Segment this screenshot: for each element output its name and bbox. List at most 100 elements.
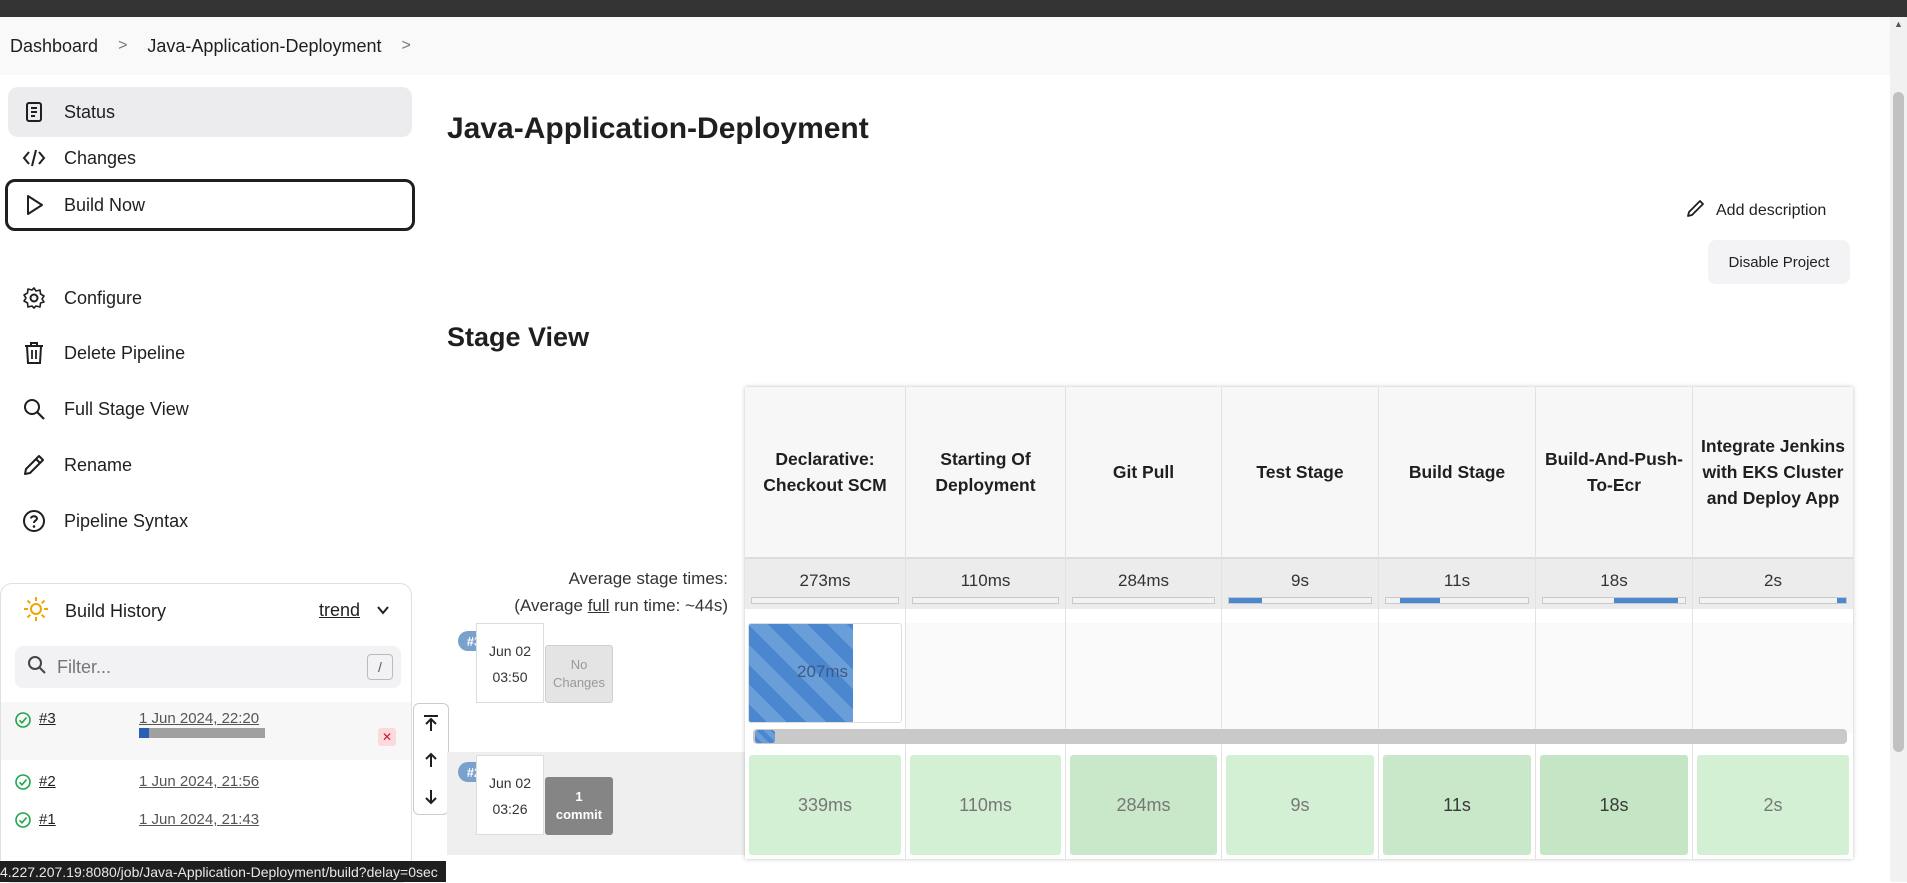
breadcrumb: Dashboard > Java-Application-Deployment … (0, 17, 1890, 75)
stage-avg-time: 273ms (799, 571, 851, 590)
disable-project-button[interactable]: Disable Project (1708, 240, 1850, 284)
arrow-up-icon[interactable] (414, 741, 448, 778)
sun-weather-icon (23, 596, 49, 627)
stage-avg-bar (1699, 597, 1847, 604)
commit-count: 1 (575, 789, 583, 804)
stage-column: Build Stage 11s 11s (1379, 387, 1536, 859)
success-check-icon (15, 812, 31, 832)
breadcrumb-dashboard[interactable]: Dashboard (10, 36, 98, 57)
stage-cell-run-2[interactable]: 110ms (910, 755, 1061, 855)
sidebar-item-label: Pipeline Syntax (64, 510, 189, 531)
stage-column: Test Stage 9s 9s (1222, 387, 1379, 859)
page-title: Java-Application-Deployment (447, 112, 869, 145)
document-icon (22, 100, 46, 124)
cancel-build-icon[interactable]: ✕ (378, 728, 396, 746)
stage-column: Integrate Jenkins with EKS Cluster and D… (1693, 387, 1853, 859)
breadcrumb-job[interactable]: Java-Application-Deployment (147, 36, 381, 57)
success-check-icon (15, 712, 31, 732)
build-row-3[interactable]: #3 1 Jun 2024, 22:20 ✕ (1, 702, 411, 760)
breadcrumb-dropdown-icon[interactable]: > (402, 37, 411, 55)
scroll-top-icon[interactable] (414, 704, 448, 741)
sidebar-item-label: Full Stage View (64, 398, 189, 419)
run-date: Jun 02 (488, 775, 532, 791)
build-filter[interactable]: / (15, 646, 401, 688)
sidebar-item-configure[interactable]: Configure (8, 273, 412, 323)
sidebar-item-full-stage-view[interactable]: Full Stage View (8, 384, 412, 434)
search-icon (27, 655, 47, 680)
stage-header: Build-And-Push-To-Ecr (1536, 387, 1692, 557)
stage-header: Declarative: Checkout SCM (745, 387, 905, 557)
stage-avg-bar-fill (1837, 598, 1846, 603)
stage-view-table: Declarative: Checkout SCM 273ms 339ms St… (745, 387, 1853, 859)
page-scrollbar[interactable]: ▲ (1890, 17, 1907, 882)
stage-avg-bar (1385, 597, 1529, 604)
stage-cell-run-3 (1536, 623, 1692, 733)
run-time: 03:50 (492, 669, 528, 685)
stage-avg-bar (1072, 597, 1215, 604)
stage-avg-cell: 2s (1693, 557, 1853, 609)
build-date-link[interactable]: 1 Jun 2024, 21:43 (139, 811, 259, 828)
average-full-run-time: (Average full run time: ~44s) (447, 592, 728, 619)
add-description-link[interactable]: Add description (1686, 198, 1826, 223)
code-icon (22, 146, 46, 170)
stage-cell-run-2[interactable]: 339ms (749, 755, 901, 855)
stage-cell-run-3 (1379, 623, 1535, 733)
stage-cell-run-3-in-progress[interactable]: 207ms (748, 623, 902, 723)
stage-cell-run-3 (1222, 623, 1378, 733)
scroll-up-icon[interactable]: ▲ (1894, 19, 1903, 29)
sidebar-item-pipeline-syntax[interactable]: Pipeline Syntax (8, 496, 412, 546)
chevron-down-icon[interactable] (375, 602, 391, 623)
stage-column: Build-And-Push-To-Ecr 18s 18s (1536, 387, 1693, 859)
browser-top-bar (0, 0, 1907, 17)
stage-avg-time: 2s (1764, 571, 1782, 590)
stage-cell-time: 207ms (797, 662, 849, 681)
sidebar-item-label: Build Now (64, 194, 146, 215)
pencil-icon (1686, 198, 1706, 223)
scrollbar-thumb[interactable] (1893, 92, 1904, 752)
trend-link[interactable]: trend (319, 600, 360, 621)
pencil-icon (22, 453, 46, 477)
commit-label: commit (555, 807, 603, 822)
stage-cell-run-2[interactable]: 9s (1226, 755, 1374, 855)
build-row-1[interactable]: #1 1 Jun 2024, 21:43 (1, 804, 411, 842)
stage-avg-cell: 273ms (745, 557, 905, 609)
sidebar-item-build-now[interactable]: Build Now (5, 179, 415, 231)
stage-cell-run-2[interactable]: 284ms (1070, 755, 1217, 855)
breadcrumb-separator-icon: > (118, 37, 128, 54)
arrow-down-icon[interactable] (414, 778, 448, 815)
run-date-box-3: Jun 02 03:50 (476, 623, 544, 703)
stage-view-scrollbar[interactable] (753, 729, 1847, 744)
sidebar-item-rename[interactable]: Rename (8, 440, 412, 490)
stage-avg-bar (751, 597, 899, 604)
build-number-link[interactable]: #1 (39, 811, 56, 828)
filter-shortcut-hint: / (367, 654, 393, 680)
sidebar-item-status[interactable]: Status (8, 87, 412, 137)
stage-view-scroll-thumb[interactable] (755, 730, 775, 743)
run-changes-3: No Changes (545, 645, 613, 703)
stage-avg-time: 18s (1600, 571, 1628, 590)
build-number-link[interactable]: #2 (39, 773, 56, 790)
stage-avg-bar (912, 597, 1059, 604)
build-row-2[interactable]: #2 1 Jun 2024, 21:56 (1, 764, 411, 802)
stage-cell-run-2[interactable]: 2s (1697, 755, 1849, 855)
full-run-link[interactable]: full (588, 596, 610, 615)
help-icon (22, 509, 46, 533)
stage-header: Starting Of Deployment (906, 387, 1065, 557)
build-number-link[interactable]: #3 (39, 710, 56, 727)
stage-view-title: Stage View (447, 322, 590, 352)
sidebar-item-delete-pipeline[interactable]: Delete Pipeline (8, 328, 412, 378)
stage-cell-run-3 (906, 623, 1065, 733)
run-changes-2[interactable]: 1 commit (545, 777, 613, 835)
filter-input[interactable] (57, 656, 357, 678)
stage-header: Test Stage (1222, 387, 1378, 557)
build-date-link[interactable]: 1 Jun 2024, 21:56 (139, 773, 259, 790)
add-description-label: Add description (1716, 201, 1827, 219)
stage-avg-cell: 9s (1222, 557, 1378, 609)
stage-avg-cell: 284ms (1066, 557, 1221, 609)
stage-cell-run-2[interactable]: 18s (1540, 755, 1688, 855)
stage-cell-run-2[interactable]: 11s (1383, 755, 1531, 855)
run-date-box-2: Jun 02 03:26 (476, 755, 544, 835)
run-date: Jun 02 (488, 643, 532, 659)
sidebar-item-changes[interactable]: Changes (8, 133, 412, 183)
build-date-link[interactable]: 1 Jun 2024, 22:20 (139, 710, 259, 727)
